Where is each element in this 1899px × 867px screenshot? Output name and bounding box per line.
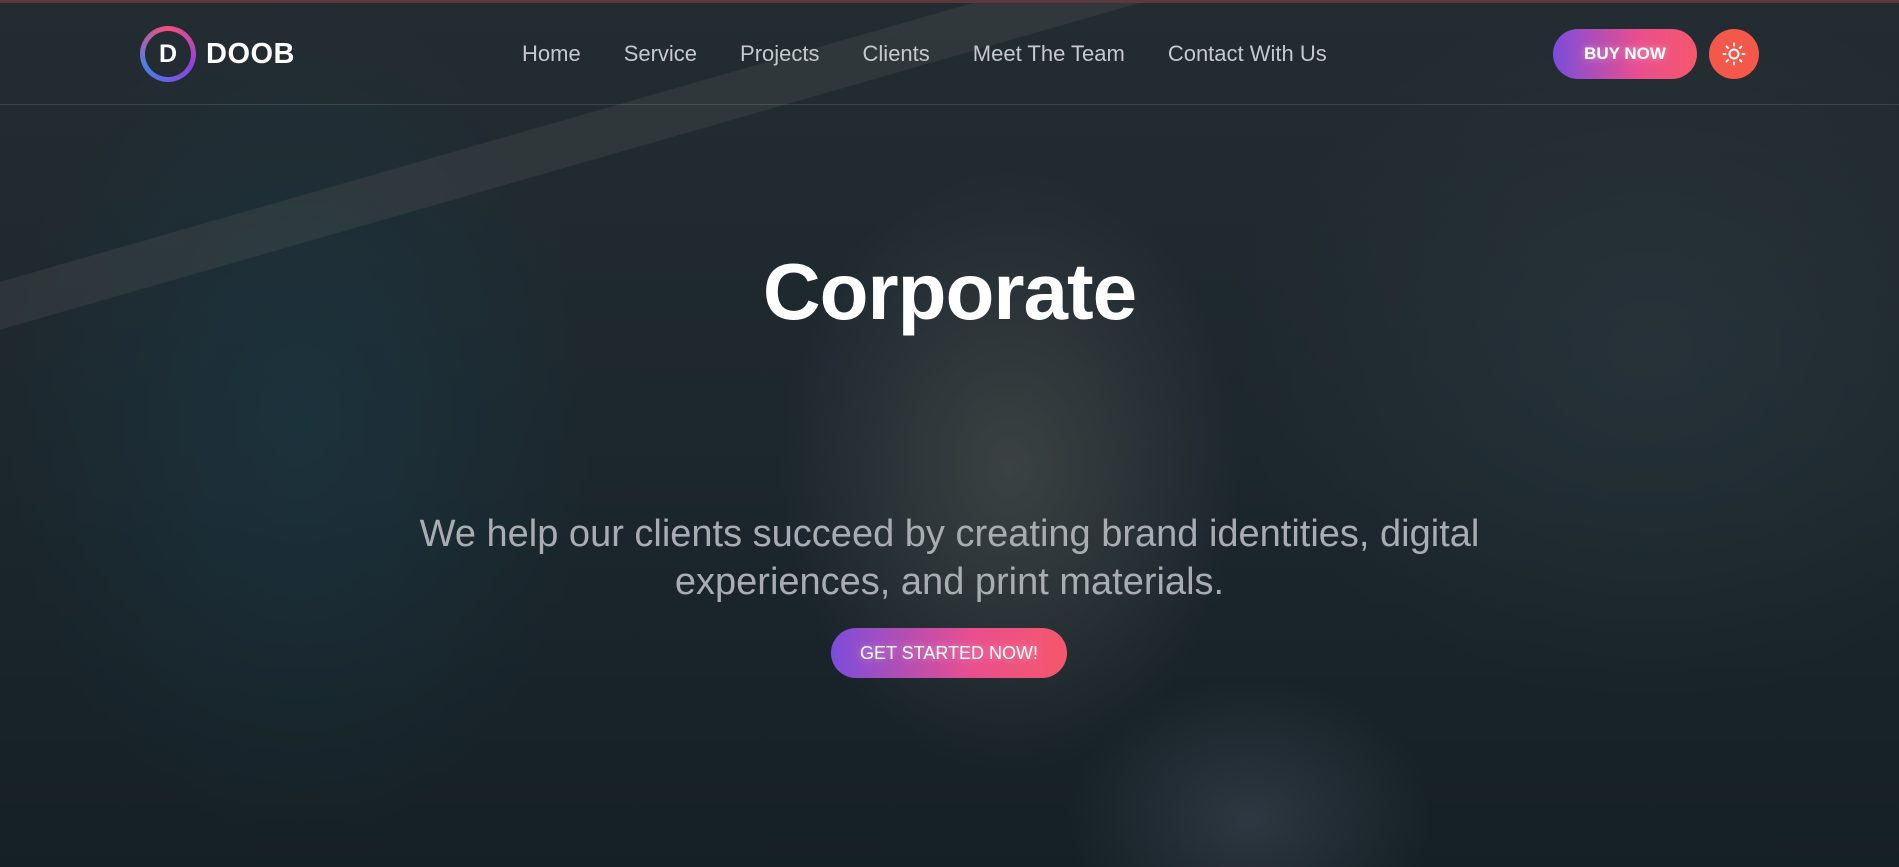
logo-text: DOOB (206, 37, 295, 70)
nav-item-meet-the-team[interactable]: Meet The Team (973, 41, 1125, 67)
nav-item-projects[interactable]: Projects (740, 41, 819, 67)
hero-overlay (0, 0, 1899, 867)
hero-description: We help our clients succeed by creating … (419, 513, 1480, 603)
logo-letter: D (145, 31, 191, 77)
site-header: D DOOB Home Service Projects Clients Mee… (0, 3, 1899, 105)
buy-now-button[interactable]: BUY NOW (1553, 29, 1697, 79)
main-nav: Home Service Projects Clients Meet The T… (522, 41, 1370, 67)
get-started-button[interactable]: GET STARTED NOW! (831, 628, 1067, 678)
logo-mark: D (140, 26, 196, 82)
hero-title: Corporate (762, 246, 1137, 336)
nav-item-home[interactable]: Home (522, 41, 581, 67)
nav-item-contact[interactable]: Contact With Us (1168, 41, 1327, 67)
brand-logo[interactable]: D DOOB (140, 26, 295, 82)
nav-item-service[interactable]: Service (624, 41, 697, 67)
nav-item-clients[interactable]: Clients (863, 41, 930, 67)
theme-toggle-button[interactable] (1709, 29, 1759, 79)
sun-icon (1722, 42, 1746, 66)
